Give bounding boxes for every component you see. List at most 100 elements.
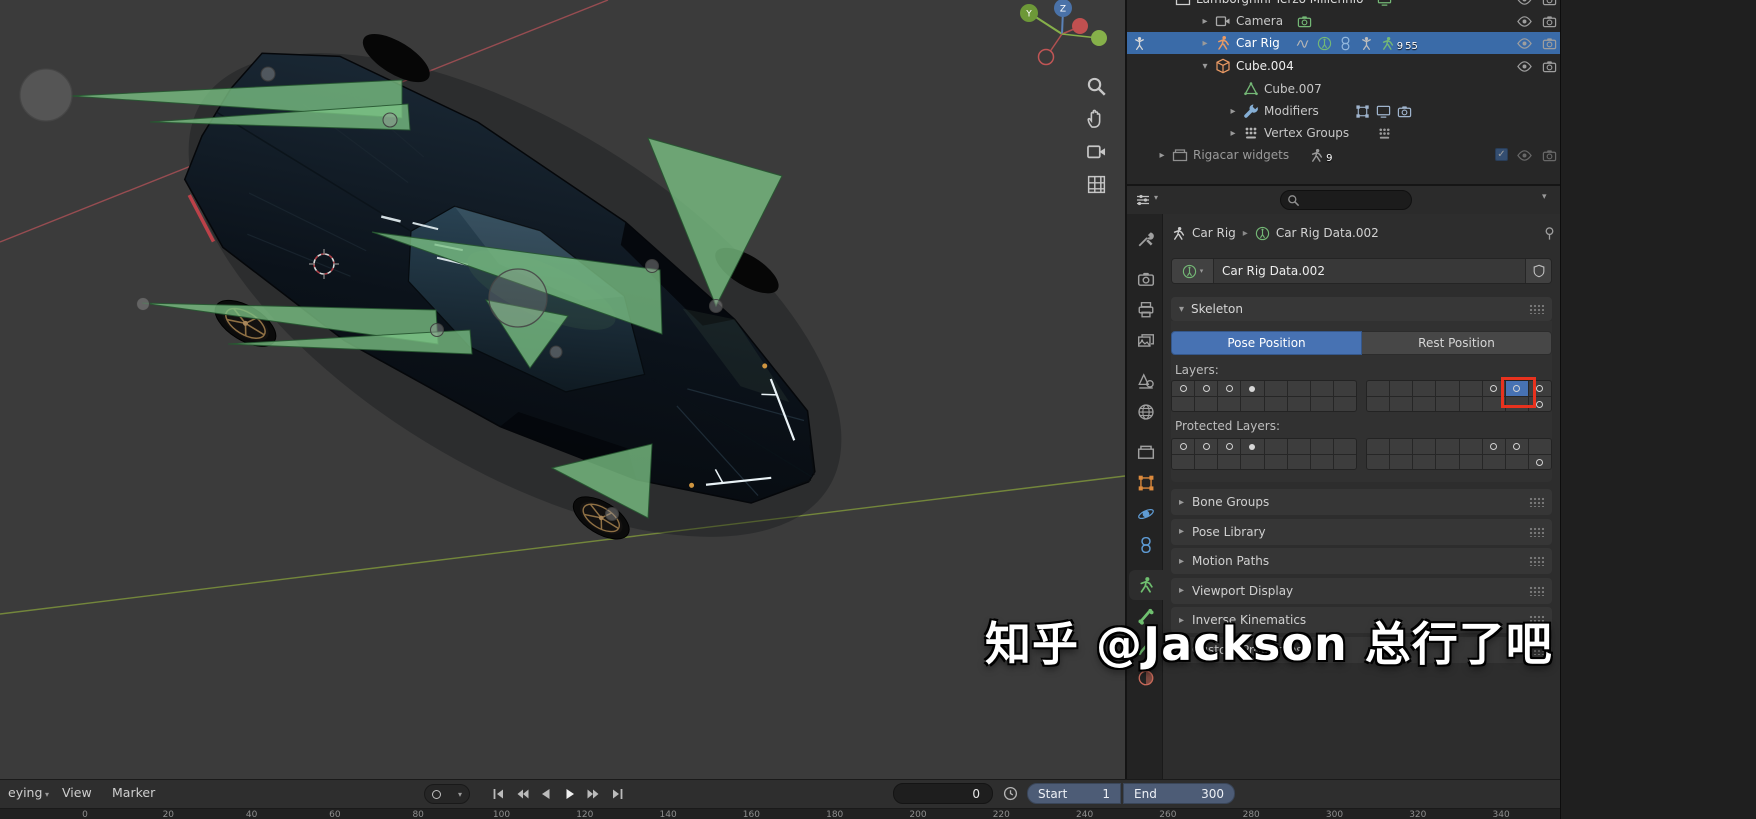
layer-toggle[interactable] (1528, 439, 1551, 454)
panel-pose-library[interactable]: ▸ Pose Library (1171, 518, 1552, 545)
layer-toggle[interactable] (1333, 439, 1356, 454)
pose-position-button[interactable]: Pose Position (1171, 331, 1362, 355)
timeline-ruler[interactable]: 0 20 40 60 80 100 120 140 160 180 200 220 240 260 280 3… (0, 808, 1560, 819)
prev-keyframe-button[interactable] (510, 783, 533, 804)
expand-arrow[interactable]: ▸ (1223, 106, 1243, 117)
layer-toggle[interactable] (1333, 381, 1356, 396)
zoom-button[interactable] (1086, 76, 1110, 100)
layer-toggle[interactable] (1505, 455, 1529, 469)
panel-drag-handle[interactable] (1529, 585, 1544, 596)
layer-toggle[interactable] (1367, 381, 1391, 396)
menu-eying[interactable]: eying ▾ (8, 785, 49, 800)
layer-toggle[interactable] (1413, 455, 1437, 469)
layer-toggle[interactable] (1413, 397, 1437, 411)
layer-toggle[interactable] (1310, 439, 1334, 454)
expand-arrow[interactable]: ▸ (1195, 38, 1215, 49)
pin-icon[interactable] (1542, 226, 1557, 241)
layer-toggle[interactable] (1172, 397, 1196, 411)
layer-toggle[interactable] (1241, 439, 1265, 454)
hide-viewport-toggle[interactable] (1517, 36, 1532, 51)
options-chevron-icon[interactable]: ▾ (1542, 192, 1547, 202)
layer-toggle[interactable] (1195, 397, 1219, 411)
layer-toggle[interactable] (1390, 381, 1414, 396)
layer-toggle[interactable] (1333, 455, 1356, 469)
layer-toggle[interactable] (1241, 455, 1265, 469)
tab-view-layer[interactable] (1129, 326, 1163, 356)
layer-toggle[interactable] (1195, 381, 1219, 396)
outliner-row[interactable]: ▸ Rigacar widgets 9 ✓ (1127, 144, 1560, 166)
skeleton-panel-header[interactable]: ▾ Skeleton (1171, 297, 1552, 321)
layer-toggle[interactable] (1218, 381, 1242, 396)
3d-viewport[interactable]: Y Z (0, 0, 1125, 779)
outliner-row[interactable]: ▸ Camera (1127, 10, 1560, 32)
hide-viewport-toggle[interactable] (1517, 14, 1532, 29)
layer-toggle[interactable] (1218, 455, 1242, 469)
layer-toggle[interactable] (1482, 455, 1506, 469)
hide-viewport-toggle[interactable] (1517, 59, 1532, 74)
panel-drag-handle[interactable] (1529, 304, 1544, 314)
tab-object[interactable] (1129, 468, 1163, 498)
outliner-row[interactable]: ▸ Vertex Groups (1127, 122, 1560, 144)
outliner-row[interactable]: ▸ Modifiers (1127, 100, 1560, 122)
layer-toggle[interactable] (1390, 397, 1414, 411)
outliner-row[interactable]: ▾ Cube.004 (1127, 55, 1560, 77)
hide-viewport-toggle[interactable] (1517, 0, 1532, 7)
datablock-name-value[interactable]: Car Rig Data.002 (1214, 264, 1525, 278)
layer-toggle[interactable] (1218, 397, 1242, 411)
layer-toggle[interactable] (1459, 397, 1483, 411)
layer-toggle[interactable] (1367, 397, 1391, 411)
panel-drag-handle[interactable] (1529, 556, 1544, 566)
outliner-row[interactable]: Cube.007 (1127, 78, 1560, 100)
layer-toggle[interactable] (1367, 439, 1391, 454)
layer-toggle[interactable] (1241, 397, 1265, 411)
frame-end-field[interactable]: End 300 (1123, 783, 1235, 804)
disable-render-toggle[interactable] (1542, 36, 1557, 51)
panel-bone-groups[interactable]: ▸ Bone Groups (1171, 489, 1552, 515)
search-input[interactable] (1280, 190, 1412, 210)
layer-toggle[interactable] (1459, 439, 1483, 454)
navigation-gizmo[interactable]: Y Z (1000, 0, 1125, 72)
expand-arrow[interactable]: ▸ (1195, 16, 1215, 27)
layer-toggle[interactable] (1287, 397, 1311, 411)
tab-physics[interactable] (1129, 499, 1163, 529)
layer-toggle[interactable] (1241, 381, 1265, 396)
layer-toggle[interactable] (1436, 439, 1460, 454)
exclude-checkbox[interactable]: ✓ (1495, 148, 1508, 161)
rest-position-button[interactable]: Rest Position (1362, 331, 1552, 355)
next-keyframe-button[interactable] (582, 783, 605, 804)
layer-toggle[interactable] (1195, 455, 1219, 469)
layer-toggle[interactable] (1482, 439, 1506, 454)
menu-marker[interactable]: Marker (112, 785, 155, 800)
breadcrumb-data[interactable]: Car Rig Data.002 (1276, 226, 1379, 240)
play-reverse-button[interactable] (534, 783, 557, 804)
layer-toggle[interactable] (1172, 455, 1196, 469)
frame-start-field[interactable]: Start 1 (1027, 783, 1121, 804)
layer-toggle[interactable] (1172, 439, 1196, 454)
layer-toggle[interactable] (1264, 381, 1288, 396)
layer-toggle[interactable] (1390, 455, 1414, 469)
layer-toggle[interactable] (1172, 381, 1196, 396)
tab-object-data[interactable] (1129, 570, 1163, 600)
layer-toggle[interactable] (1287, 381, 1311, 396)
disable-render-toggle[interactable] (1542, 59, 1557, 74)
layer-toggle[interactable] (1310, 455, 1334, 469)
layer-toggle[interactable] (1413, 381, 1437, 396)
tab-output[interactable] (1129, 295, 1163, 325)
outliner-row[interactable]: ▸ Car Rig 9 55 (1127, 32, 1560, 54)
tab-object-constraints[interactable] (1129, 530, 1163, 560)
fake-user-shield-icon[interactable] (1532, 264, 1546, 278)
layer-toggle[interactable] (1333, 397, 1356, 411)
outliner-row[interactable]: Lamborghini Terzo Millennio (1127, 0, 1560, 10)
layer-toggle[interactable] (1413, 439, 1437, 454)
grid-button[interactable] (1086, 174, 1110, 198)
play-button[interactable] (558, 783, 581, 804)
panel-drag-handle[interactable] (1529, 526, 1544, 537)
layer-toggle[interactable] (1310, 381, 1334, 396)
layer-toggle[interactable] (1195, 439, 1219, 454)
layer-toggle[interactable] (1310, 397, 1334, 411)
layer-toggle[interactable] (1505, 439, 1529, 454)
panel-drag-handle[interactable] (1529, 497, 1544, 507)
editor-type-button[interactable] (1133, 190, 1153, 210)
layer-toggle[interactable] (1218, 439, 1242, 454)
panel-motion-paths[interactable]: ▸ Motion Paths (1171, 548, 1552, 574)
